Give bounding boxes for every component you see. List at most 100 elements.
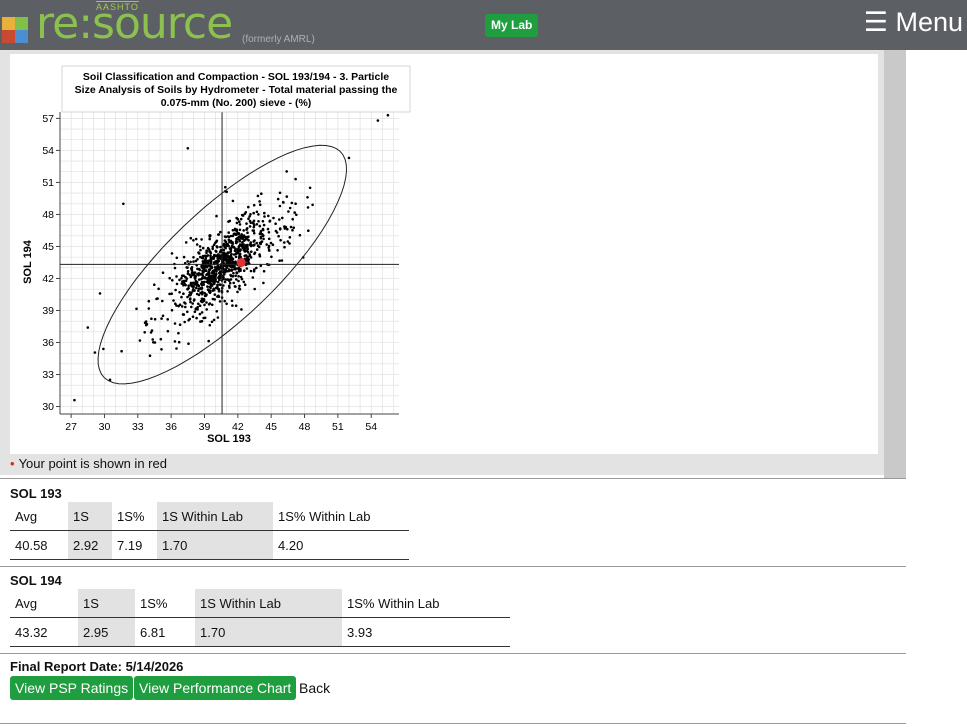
data-point bbox=[206, 261, 210, 264]
data-point bbox=[282, 201, 285, 204]
data-point bbox=[102, 347, 105, 351]
data-point bbox=[231, 242, 235, 245]
table-header-row: Avg 1S 1S% 1S Within Lab 1S% Within Lab bbox=[10, 502, 409, 531]
data-point bbox=[178, 291, 181, 294]
data-point bbox=[258, 232, 262, 236]
table-cell: 6.81 bbox=[135, 617, 195, 647]
data-point bbox=[166, 318, 169, 321]
data-point bbox=[182, 284, 185, 287]
data-point bbox=[200, 311, 204, 314]
data-point bbox=[230, 266, 233, 269]
data-point bbox=[249, 269, 253, 273]
data-point bbox=[236, 218, 240, 221]
data-point bbox=[197, 284, 201, 288]
x-tick-label: 39 bbox=[199, 421, 211, 433]
data-point bbox=[203, 291, 206, 295]
data-point bbox=[197, 287, 201, 290]
data-point bbox=[231, 245, 234, 248]
data-point bbox=[252, 219, 256, 223]
data-point bbox=[240, 243, 243, 247]
data-point bbox=[208, 285, 212, 289]
logo-mark-icon bbox=[2, 17, 28, 43]
data-point bbox=[293, 211, 297, 214]
data-point bbox=[246, 244, 249, 248]
data-point bbox=[258, 203, 262, 206]
data-point bbox=[223, 269, 226, 273]
back-link[interactable]: Back bbox=[299, 680, 330, 696]
data-point bbox=[283, 241, 286, 244]
data-point bbox=[283, 245, 286, 249]
data-point bbox=[268, 220, 272, 223]
data-point bbox=[229, 249, 233, 253]
data-point bbox=[234, 255, 238, 259]
data-point bbox=[249, 241, 253, 244]
data-point bbox=[247, 235, 250, 238]
panel-scroll-gutter bbox=[884, 50, 906, 478]
data-point bbox=[223, 243, 226, 246]
data-point bbox=[285, 195, 289, 198]
data-point bbox=[306, 196, 309, 199]
brand-logo[interactable]: re:source bbox=[36, 2, 233, 46]
data-point bbox=[236, 290, 239, 294]
data-point bbox=[306, 206, 310, 209]
data-point bbox=[189, 236, 193, 240]
data-point bbox=[262, 234, 265, 237]
col-header: 1S Within Lab bbox=[157, 502, 273, 531]
data-point bbox=[311, 203, 314, 207]
data-point bbox=[135, 307, 138, 311]
data-point bbox=[209, 256, 213, 259]
data-point bbox=[226, 251, 230, 254]
data-point bbox=[143, 331, 146, 334]
data-point bbox=[249, 221, 253, 224]
my-lab-button[interactable]: My Lab bbox=[485, 14, 539, 37]
view-psp-ratings-button[interactable]: View PSP Ratings bbox=[10, 676, 134, 700]
data-point bbox=[170, 308, 174, 312]
y-tick-label: 33 bbox=[42, 369, 54, 381]
data-point bbox=[289, 225, 293, 229]
data-point bbox=[238, 239, 242, 243]
data-point bbox=[186, 266, 189, 269]
data-point bbox=[208, 291, 212, 294]
data-point bbox=[191, 302, 194, 305]
table-cell: 7.19 bbox=[112, 530, 157, 560]
data-point bbox=[262, 237, 265, 241]
data-point bbox=[122, 202, 125, 206]
y-tick-label: 48 bbox=[42, 209, 54, 221]
data-point bbox=[166, 329, 170, 333]
data-point bbox=[287, 210, 290, 213]
data-point bbox=[271, 243, 275, 246]
data-point bbox=[251, 276, 255, 279]
data-point bbox=[187, 284, 190, 287]
data-point bbox=[207, 248, 211, 251]
data-point bbox=[216, 285, 219, 289]
menu-button[interactable]: ☰ Menu bbox=[864, 7, 963, 38]
data-point bbox=[215, 254, 218, 257]
data-point bbox=[229, 278, 233, 281]
data-point bbox=[230, 269, 234, 272]
data-point bbox=[160, 317, 163, 320]
data-point bbox=[288, 242, 291, 245]
table-header-row: Avg 1S 1S% 1S Within Lab 1S% Within Lab bbox=[10, 589, 510, 618]
col-header: 1S bbox=[78, 589, 135, 618]
data-point bbox=[245, 228, 248, 231]
view-performance-chart-button[interactable]: View Performance Chart bbox=[134, 676, 297, 700]
data-point bbox=[230, 299, 234, 303]
data-point bbox=[210, 266, 214, 269]
data-point bbox=[183, 320, 186, 324]
data-point bbox=[265, 243, 268, 246]
data-point bbox=[232, 271, 235, 275]
data-point bbox=[177, 331, 180, 335]
data-point bbox=[189, 260, 192, 264]
data-point bbox=[227, 220, 230, 223]
data-point bbox=[224, 258, 228, 262]
sol193-stats-table: Avg 1S 1S% 1S Within Lab 1S% Within Lab … bbox=[10, 502, 409, 560]
data-point bbox=[237, 275, 240, 278]
col-header: 1S Within Lab bbox=[195, 589, 342, 618]
data-point bbox=[186, 146, 190, 150]
data-point bbox=[190, 305, 193, 309]
data-point bbox=[252, 203, 256, 207]
your-point-note: • Your point is shown in red bbox=[10, 456, 167, 471]
data-point bbox=[200, 281, 204, 284]
data-point bbox=[190, 284, 193, 287]
data-point bbox=[237, 270, 241, 273]
